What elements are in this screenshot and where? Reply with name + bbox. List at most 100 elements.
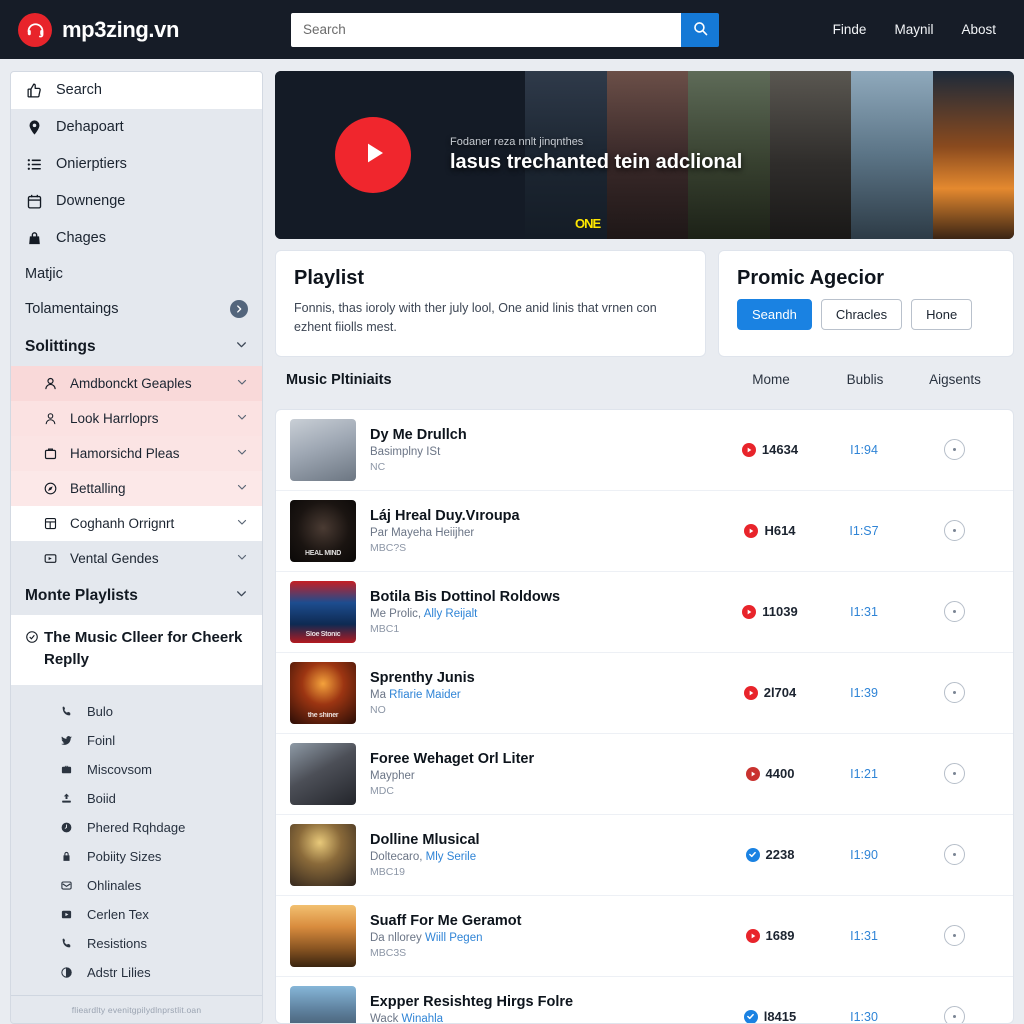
social-item-adstr-lilies[interactable]: Adstr Lilies bbox=[11, 958, 262, 987]
sidebar-item-search[interactable]: Search bbox=[11, 72, 262, 109]
phone-icon bbox=[57, 702, 76, 721]
nav-link-maynil[interactable]: Maynil bbox=[894, 22, 933, 37]
sidebar-subitem-look-harrloprs[interactable]: Look Harrloprs bbox=[11, 401, 262, 436]
more-options-icon[interactable] bbox=[943, 520, 965, 542]
social-item-phered-rqhdage[interactable]: Phered Rqhdage bbox=[11, 813, 262, 842]
sidebar-item-downenge[interactable]: Downenge bbox=[11, 183, 262, 220]
sidebar-item-label: Matjic bbox=[25, 266, 63, 282]
track-thumbnail bbox=[290, 985, 356, 1023]
track-row[interactable]: Dolline Mlusical Doltecaro, Mly Serile MBC… bbox=[276, 815, 1013, 896]
track-row[interactable]: the shiner Sprenthy Junis Ma Rfiarie Maide… bbox=[276, 653, 1013, 734]
user-outline-icon bbox=[41, 409, 60, 428]
play-badge-icon bbox=[745, 766, 760, 781]
track-artist: Maypher bbox=[370, 769, 415, 782]
track-plays-value: 2l704 bbox=[763, 685, 797, 701]
brand[interactable]: mp3zing.vn bbox=[18, 12, 268, 47]
social-item-pobiity-sizes[interactable]: Pobiity Sizes bbox=[11, 842, 262, 871]
playlist-card-description: Fonnis, thas ioroly with ther july lool,… bbox=[294, 301, 657, 335]
play-box-icon bbox=[57, 905, 76, 924]
track-actions bbox=[911, 682, 997, 704]
promo-button-hone[interactable]: Hone bbox=[911, 299, 973, 330]
promo-card-title: Promic Agecior bbox=[737, 267, 885, 289]
sidebar-subitem-amdbonckt-geaples[interactable]: Amdbonckt Geaples bbox=[11, 366, 262, 401]
track-thumbnail-label: Sloe Stonic bbox=[305, 630, 341, 638]
social-item-cerlen-tex[interactable]: Cerlen Tex bbox=[11, 900, 262, 929]
sidebar-subitem-bettalling[interactable]: Bettalling bbox=[11, 471, 262, 506]
sidebar-promo-card[interactable]: The Music Clleer for Cheerk Replly bbox=[11, 615, 262, 685]
social-item-miscovsom[interactable]: Miscovsom bbox=[11, 755, 262, 784]
more-options-icon[interactable] bbox=[943, 682, 965, 704]
more-options-icon[interactable] bbox=[943, 763, 965, 785]
more-options-icon[interactable] bbox=[943, 925, 965, 947]
track-duration: I1:S7 bbox=[849, 523, 879, 538]
hero-subtitle: Fodaner reza nnlt jinqnthes bbox=[450, 136, 584, 148]
track-code: NO bbox=[370, 703, 386, 716]
track-row[interactable]: Sloe Stonic Botila Bis Dottinol Roldows Me… bbox=[276, 572, 1013, 653]
sidebar-subitem-hamorsichd-pleas[interactable]: Hamorsichd Pleas bbox=[11, 436, 262, 471]
sidebar-section-monte-playlists[interactable]: Monte Playlists bbox=[11, 576, 262, 615]
social-item-bulo[interactable]: Bulo bbox=[11, 697, 262, 726]
sidebar-item-matjic[interactable]: Matjic bbox=[11, 257, 262, 291]
compass-icon bbox=[41, 479, 60, 498]
track-row[interactable]: HEAL MIND Láj Hreal Duy.Vıroupa Par Mayeha… bbox=[276, 491, 1013, 572]
user-icon bbox=[41, 374, 60, 393]
section-title: Monte Playlists bbox=[25, 587, 138, 604]
top-nav: Finde Maynil Abost bbox=[833, 22, 1006, 37]
track-duration: I1:31 bbox=[850, 604, 878, 619]
track-thumbnail-label: the shiner bbox=[307, 711, 339, 719]
hero-play-button[interactable] bbox=[335, 117, 411, 193]
track-info: Foree Wehaget Orl Liter Maypher MDC bbox=[370, 751, 723, 797]
more-options-icon[interactable] bbox=[943, 844, 965, 866]
promo-button-chracles[interactable]: Chracles bbox=[820, 299, 903, 330]
grid-icon bbox=[41, 514, 60, 533]
track-artist: Wack Winahla bbox=[370, 1012, 444, 1024]
more-options-icon[interactable] bbox=[943, 439, 965, 461]
sidebar-item-chages[interactable]: Chages bbox=[11, 220, 262, 257]
track-plays-value: 1689 bbox=[765, 928, 795, 944]
more-options-icon[interactable] bbox=[943, 601, 965, 623]
track-duration: I1:31 bbox=[850, 928, 878, 943]
track-code: MDC bbox=[370, 784, 394, 797]
track-row[interactable]: Suaff For Me Geramot Da nllorey Wiill Peg… bbox=[276, 896, 1013, 977]
headphone-at-logo-icon bbox=[18, 12, 52, 47]
sidebar-item-onierptiers[interactable]: Onierptiers bbox=[11, 146, 262, 183]
sidebar-item-dehapoart[interactable]: Dehapoart bbox=[11, 109, 262, 146]
nav-link-finde[interactable]: Finde bbox=[833, 22, 867, 37]
chevron-right-circle-icon[interactable] bbox=[230, 300, 248, 318]
upload-icon bbox=[57, 789, 76, 808]
track-info: Láj Hreal Duy.Vıroupa Par Mayeha Heiijher… bbox=[370, 508, 723, 554]
track-row[interactable]: Foree Wehaget Orl Liter Maypher MDC 4400 I1:… bbox=[276, 734, 1013, 815]
hero-banner[interactable]: Fodaner reza nnlt jinqnthes lasus trecha… bbox=[275, 71, 1014, 239]
social-item-resistions[interactable]: Resistions bbox=[11, 929, 262, 958]
sidebar-subitem-coghanh-orrignrt[interactable]: Coghanh Orrignrt bbox=[11, 506, 262, 541]
sidebar-section-solittings[interactable]: Solittings bbox=[11, 327, 262, 366]
social-item-label: Miscovsom bbox=[87, 761, 153, 777]
playlist-card-title: Playlist bbox=[294, 267, 365, 289]
hero-text: Fodaner reza nnlt jinqnthes lasus trecha… bbox=[450, 136, 742, 174]
track-thumbnail: Sloe Stonic bbox=[290, 580, 356, 643]
sidebar-item-label: Search bbox=[56, 81, 102, 98]
social-item-boiid[interactable]: Boiid bbox=[11, 784, 262, 813]
sidebar-subitem-label: Bettalling bbox=[70, 481, 126, 496]
search-button[interactable] bbox=[681, 12, 719, 47]
sidebar-item-tolamentaings[interactable]: Tolamentaings bbox=[11, 291, 262, 327]
chevron-down-icon bbox=[236, 376, 248, 391]
more-options-icon[interactable] bbox=[943, 1006, 965, 1023]
track-thumbnail: HEAL MIND bbox=[290, 499, 356, 562]
track-row[interactable]: Expper Resishteg Hirgs Folre Wack Winahla… bbox=[276, 977, 1013, 1024]
check-badge-icon bbox=[745, 847, 760, 862]
social-item-foinl[interactable]: Foinl bbox=[11, 726, 262, 755]
track-actions bbox=[911, 439, 997, 461]
track-row[interactable]: Dy Me Drullch Basimplny ISt NC 14634 I1:94 bbox=[276, 410, 1013, 491]
search-input[interactable] bbox=[291, 12, 681, 47]
sidebar-subitem-vental-gendes[interactable]: Vental Gendes bbox=[11, 541, 262, 576]
social-item-ohlinales[interactable]: Ohlinales bbox=[11, 871, 262, 900]
section-title: Solittings bbox=[25, 338, 96, 355]
nav-link-abost[interactable]: Abost bbox=[961, 22, 996, 37]
chevron-down-icon bbox=[236, 446, 248, 461]
hero-badge: ONE bbox=[575, 216, 601, 231]
track-name: Láj Hreal Duy.Vıroupa bbox=[370, 507, 520, 524]
promo-button-seandh[interactable]: Seandh bbox=[737, 299, 812, 330]
track-info: Dolline Mlusical Doltecaro, Mly Serile MBC… bbox=[370, 832, 723, 878]
track-info: Sprenthy Junis Ma Rfiarie Maider NO bbox=[370, 670, 723, 716]
